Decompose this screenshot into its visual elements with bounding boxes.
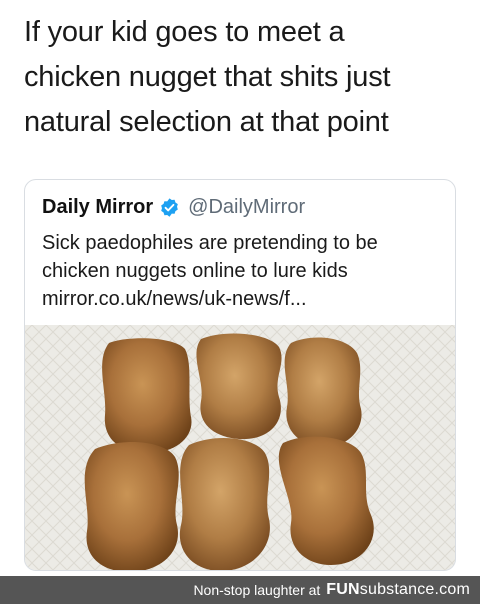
logo-rest: substance.com <box>359 581 470 598</box>
quoted-tweet-text: Sick paedophiles are pretending to be ch… <box>42 232 378 310</box>
quoted-tweet-card[interactable]: Daily Mirror @DailyMirror Sick paedophil… <box>24 179 456 571</box>
verified-badge-icon <box>159 197 180 218</box>
watermark-caption: Non-stop laughter at <box>193 582 321 598</box>
nugget <box>284 337 362 448</box>
nugget <box>179 438 270 570</box>
logo-fun: FUN <box>326 581 360 598</box>
chicken-nuggets-photo[interactable] <box>25 325 455 570</box>
quoted-tweet-header: Daily Mirror @DailyMirror <box>42 194 305 220</box>
quoted-account-handle[interactable]: @DailyMirror <box>188 196 305 219</box>
post-text: If your kid goes to meet a chicken nugge… <box>24 16 391 138</box>
quoted-account-name[interactable]: Daily Mirror <box>42 196 153 219</box>
site-logo[interactable]: FUNsubstance.com <box>326 581 470 599</box>
watermark-bar: Non-stop laughter at FUNsubstance.com <box>0 576 480 604</box>
nugget <box>196 333 282 440</box>
nugget <box>102 338 192 454</box>
nugget <box>84 442 179 570</box>
